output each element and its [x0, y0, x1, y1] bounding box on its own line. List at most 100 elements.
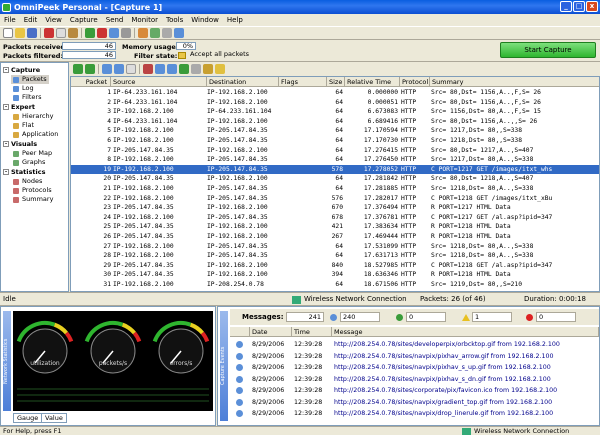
menu-view[interactable]: View: [41, 16, 66, 24]
packet-row[interactable]: 4 IP-64.233.161.104 IP-192.168.2.100 64 6.68…: [71, 117, 599, 127]
nav-group-2[interactable]: - Visuals: [3, 140, 37, 148]
col-flags[interactable]: Flags: [279, 77, 327, 87]
packet-row[interactable]: 25 IP-205.147.84.35 IP-192.168.2.100 421 17.…: [71, 222, 599, 232]
filter-icon[interactable]: [109, 28, 119, 38]
back-arrow-icon[interactable]: [73, 64, 83, 74]
gauge-icon[interactable]: [138, 28, 148, 38]
menu-file[interactable]: File: [0, 16, 20, 24]
col-date[interactable]: Date: [250, 327, 292, 337]
packet-row[interactable]: 19 IP-192.168.2.100 IP-205.147.84.35 578 17.…: [71, 164, 599, 175]
collapse-icon[interactable]: -: [3, 169, 9, 175]
packet-row[interactable]: 29 IP-205.147.84.35 IP-192.168.2.100 840 18.…: [71, 261, 599, 271]
event-row[interactable]: 8/29/2006 12:39:28 http://208.254.0.78/sit…: [230, 351, 599, 362]
info-icon[interactable]: [330, 314, 337, 321]
chart-icon[interactable]: [150, 28, 160, 38]
event-row[interactable]: 8/29/2006 12:39:28 http://208.254.0.78/sit…: [230, 339, 599, 350]
col-time[interactable]: Time: [292, 327, 332, 337]
start-icon[interactable]: [85, 28, 95, 38]
highlight-icon[interactable]: [143, 64, 153, 74]
edit-icon[interactable]: [215, 64, 225, 74]
event-row[interactable]: 8/29/2006 12:39:28 http://208.254.0.78/sit…: [230, 397, 599, 408]
maximize-button[interactable]: □: [573, 1, 585, 12]
nav-item[interactable]: Log: [11, 84, 36, 93]
packet-row[interactable]: 26 IP-205.147.84.35 IP-192.168.2.100 267 17.…: [71, 232, 599, 242]
col-message[interactable]: Message: [332, 327, 599, 337]
packet-row[interactable]: 1 IP-64.233.161.104 IP-192.168.2.100 64 0.00…: [71, 88, 599, 98]
insert-filter-icon[interactable]: [155, 64, 165, 74]
nav-item[interactable]: Flat: [11, 121, 36, 130]
minimize-button[interactable]: _: [560, 1, 572, 12]
error-icon[interactable]: [526, 314, 533, 321]
menu-help[interactable]: Help: [223, 16, 247, 24]
collapse-icon[interactable]: -: [3, 141, 9, 147]
nav-item[interactable]: Peer Map: [11, 149, 54, 158]
nav-item[interactable]: Summary: [11, 195, 55, 204]
open-folder-icon[interactable]: [15, 28, 25, 38]
col-source[interactable]: Source: [111, 77, 207, 87]
packet-row[interactable]: 6 IP-192.168.2.100 IP-205.147.84.35 64 17.17…: [71, 136, 599, 146]
nav-item[interactable]: Packets: [11, 75, 49, 84]
settings-icon[interactable]: [162, 28, 172, 38]
menu-monitor[interactable]: Monitor: [127, 16, 162, 24]
refresh-icon[interactable]: [179, 64, 189, 74]
collapse-icon[interactable]: -: [3, 104, 9, 110]
cut-icon[interactable]: [44, 28, 54, 38]
columns-icon[interactable]: [191, 64, 201, 74]
decode-view-icon[interactable]: [102, 64, 112, 74]
nav-group-1[interactable]: - Expert: [3, 103, 35, 111]
copy-icon[interactable]: [56, 28, 66, 38]
start-capture-button[interactable]: Start Capture: [500, 42, 596, 58]
forward-arrow-icon[interactable]: [85, 64, 95, 74]
menu-send[interactable]: Send: [102, 16, 128, 24]
packet-row[interactable]: 22 IP-192.168.2.100 IP-205.147.84.35 576 17.…: [71, 194, 599, 204]
packet-row[interactable]: 27 IP-192.168.2.100 IP-205.147.84.35 64 17.5…: [71, 242, 599, 252]
event-row[interactable]: 8/29/2006 12:39:28 http://208.254.0.78/sit…: [230, 362, 599, 373]
new-file-icon[interactable]: [3, 28, 13, 38]
packet-row[interactable]: 24 IP-192.168.2.100 IP-205.147.84.35 678 17.…: [71, 213, 599, 223]
packet-row[interactable]: 20 IP-205.147.84.35 IP-192.168.2.100 64 17.2…: [71, 174, 599, 184]
packet-row[interactable]: 2 IP-64.233.161.104 IP-192.168.2.100 64 0.00…: [71, 98, 599, 108]
nav-item[interactable]: Nodes: [11, 177, 44, 186]
nav-item[interactable]: Graphs: [11, 158, 47, 167]
paste-icon[interactable]: [68, 28, 78, 38]
tab-gauge[interactable]: Gauge: [13, 413, 43, 423]
packet-row[interactable]: 30 IP-205.147.84.35 IP-192.168.2.100 394 18.…: [71, 270, 599, 280]
nav-item[interactable]: Hierarchy: [11, 112, 55, 121]
col-size[interactable]: Size: [327, 77, 345, 87]
menu-window[interactable]: Window: [187, 16, 223, 24]
event-row[interactable]: 8/29/2006 12:39:28 http://208.254.0.78/sit…: [230, 385, 599, 396]
menu-edit[interactable]: Edit: [20, 16, 42, 24]
packet-row[interactable]: 8 IP-192.168.2.100 IP-205.147.84.35 64 17.27…: [71, 155, 599, 165]
menu-tools[interactable]: Tools: [162, 16, 187, 24]
help-icon[interactable]: [174, 28, 184, 38]
packet-row[interactable]: 28 IP-192.168.2.100 IP-205.147.84.35 64 17.6…: [71, 251, 599, 261]
col-packet[interactable]: Packet: [71, 77, 111, 87]
warning-icon[interactable]: [462, 314, 470, 321]
menu-capture[interactable]: Capture: [66, 16, 102, 24]
col-relative-time[interactable]: Relative Time: [345, 77, 400, 87]
save-icon[interactable]: [27, 28, 37, 38]
hex-view-icon[interactable]: [114, 64, 124, 74]
col-protocol[interactable]: Protocol: [400, 77, 430, 87]
filter-funnel-icon[interactable]: [167, 64, 177, 74]
event-row[interactable]: 8/29/2006 12:39:28 http://208.254.0.78/sit…: [230, 374, 599, 385]
collapse-icon[interactable]: -: [3, 67, 9, 73]
list-view-icon[interactable]: [126, 64, 136, 74]
packet-row[interactable]: 31 IP-192.168.2.100 IP-208.254.0.78 64 18.67…: [71, 280, 599, 290]
event-row[interactable]: 8/29/2006 12:39:28 http://208.254.0.78/sit…: [230, 408, 599, 419]
close-button[interactable]: x: [586, 1, 598, 12]
nav-item[interactable]: Protocols: [11, 186, 54, 195]
nav-group-0[interactable]: - Capture: [3, 66, 40, 74]
nav-group-3[interactable]: - Statistics: [3, 168, 45, 176]
packet-row[interactable]: 3 IP-192.168.2.100 IP-64.233.161.104 64 6.67…: [71, 107, 599, 117]
tab-value[interactable]: Value: [41, 413, 67, 423]
col-summary[interactable]: Summary: [430, 77, 599, 87]
nav-item[interactable]: Application: [11, 130, 60, 139]
print-icon[interactable]: [121, 28, 131, 38]
packet-row[interactable]: 7 IP-205.147.84.35 IP-192.168.2.100 64 17.27…: [71, 146, 599, 156]
stop-icon[interactable]: [97, 28, 107, 38]
flag-icon[interactable]: [203, 64, 213, 74]
packet-row[interactable]: 21 IP-192.168.2.100 IP-205.147.84.35 64 17.2…: [71, 184, 599, 194]
col-destination[interactable]: Destination: [207, 77, 279, 87]
nav-item[interactable]: Filters: [11, 93, 43, 102]
